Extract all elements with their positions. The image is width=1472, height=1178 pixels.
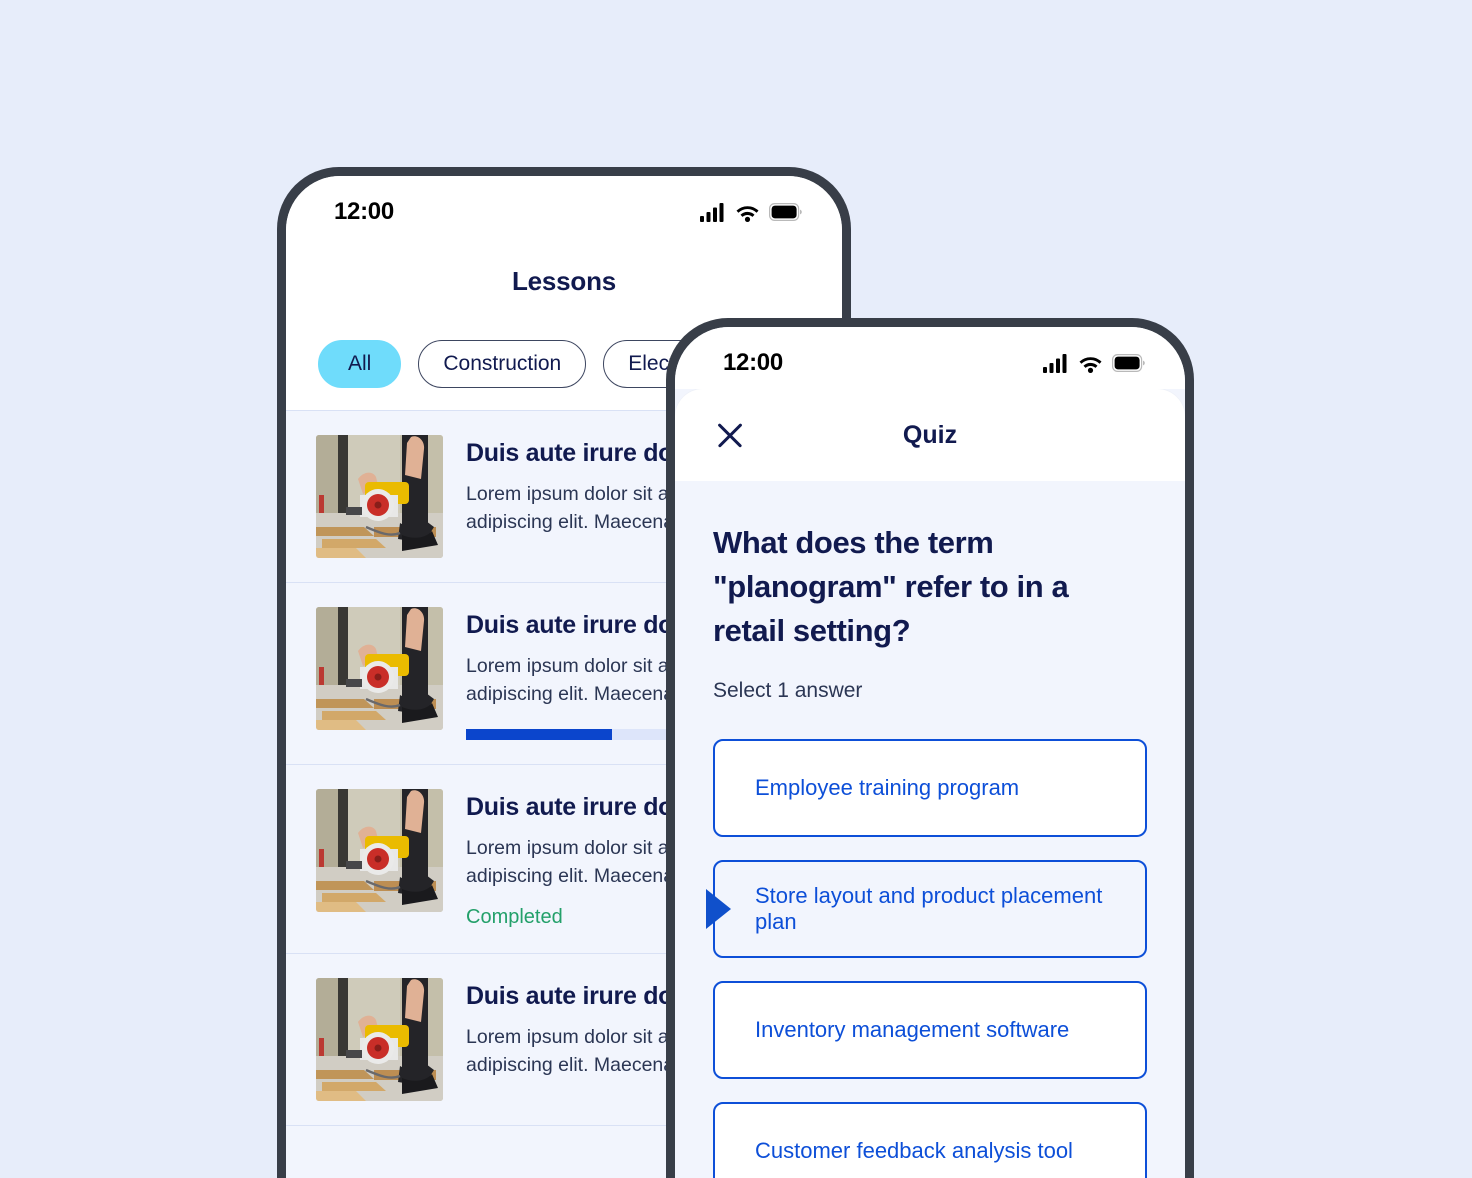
lessons-status-bar: 12:00	[286, 176, 842, 238]
quiz-title: Quiz	[902, 420, 958, 449]
cellular-signal-icon	[1043, 353, 1067, 373]
quiz-answer-option-selected[interactable]: Store layout and product placement plan	[706, 860, 1147, 959]
quiz-answer-label: Store layout and product placement plan	[755, 883, 1103, 935]
filter-chip-construction[interactable]: Construction	[418, 340, 587, 388]
quiz-body: What does the term "planogram" refer to …	[675, 481, 1185, 1178]
lesson-thumbnail	[316, 788, 443, 912]
quiz-answer-label: Inventory management software	[755, 1017, 1070, 1043]
wifi-icon	[736, 205, 759, 222]
status-icon-group	[700, 202, 802, 222]
quiz-answer-option[interactable]: Employee training program	[713, 739, 1147, 838]
battery-icon	[769, 203, 802, 221]
quiz-header-bar: Quiz	[675, 389, 1185, 481]
lesson-progress-bar	[466, 728, 672, 740]
quiz-phone-frame: 12:00 Quiz What does the term "planogram…	[666, 318, 1194, 1178]
lesson-thumbnail	[316, 607, 443, 730]
status-time: 12:00	[723, 349, 783, 376]
status-icon-group	[1043, 353, 1145, 373]
filter-chip-all[interactable]: All	[318, 340, 402, 388]
lesson-progress-fill	[466, 728, 613, 740]
wifi-icon	[1079, 356, 1102, 373]
lesson-thumbnail	[316, 435, 443, 558]
page-title: Lessons	[511, 265, 617, 296]
quiz-answer-option[interactable]: Inventory management software	[713, 981, 1147, 1080]
quiz-answer-label: Customer feedback analysis tool	[755, 1138, 1073, 1164]
quiz-answer-list: Employee training program Store layout a…	[706, 739, 1147, 1178]
quiz-answer-option[interactable]: Customer feedback analysis tool	[713, 1102, 1147, 1178]
status-time: 12:00	[334, 198, 394, 225]
cellular-signal-icon	[700, 202, 724, 222]
quiz-question-text: What does the term "planogram" refer to …	[713, 525, 1069, 649]
quiz-status-bar: 12:00	[675, 327, 1185, 389]
lessons-nav-bar: Lessons	[286, 238, 842, 324]
cursor-pointer-icon	[706, 889, 731, 930]
quiz-answer-label: Employee training program	[755, 775, 1020, 801]
close-icon[interactable]	[713, 418, 747, 452]
lesson-thumbnail	[316, 978, 443, 1102]
battery-icon	[1112, 354, 1145, 372]
quiz-screen: 12:00 Quiz What does the term "planogram…	[675, 327, 1185, 1178]
quiz-instruction-text: Select 1 answer	[713, 679, 863, 703]
